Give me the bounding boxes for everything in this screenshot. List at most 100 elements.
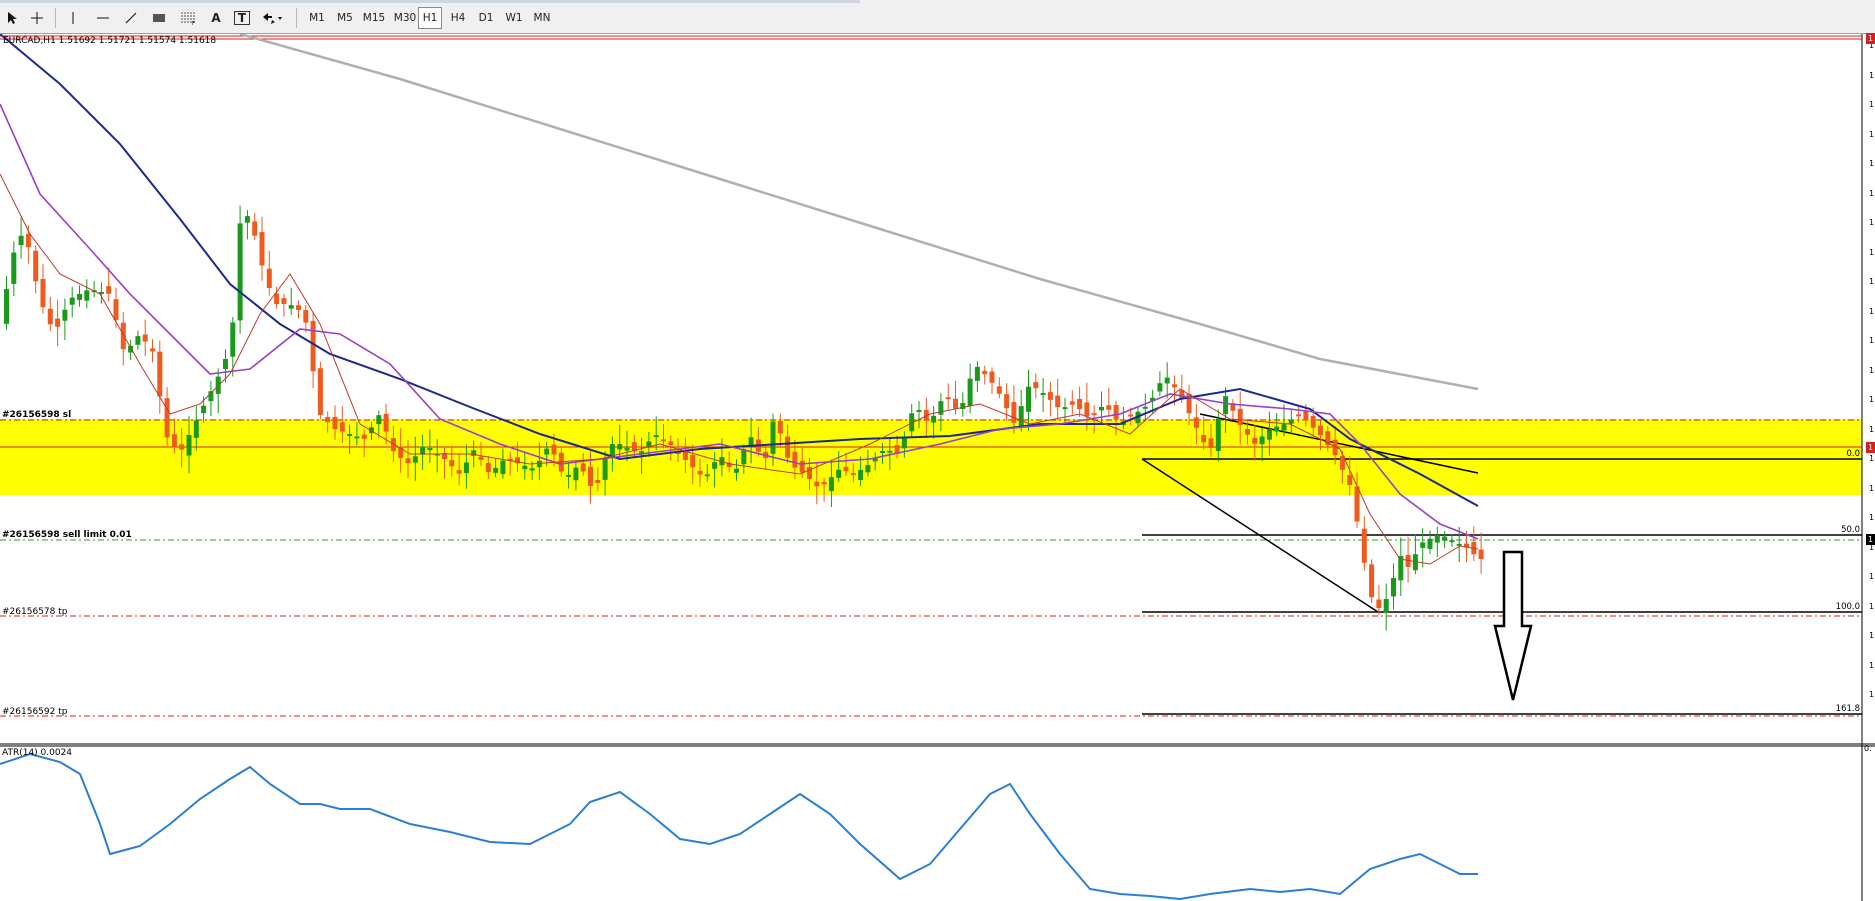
take-profit-label-2: #26156592 tp bbox=[2, 707, 68, 717]
moving-average-long[interactable] bbox=[239, 34, 1479, 391]
chart-toolbar: F A T M1 M5 M15 M30 H1 H4 D1 W1 MN bbox=[0, 0, 1875, 34]
text-icon[interactable]: A bbox=[208, 7, 224, 29]
candle-body bbox=[858, 469, 864, 480]
candle-body bbox=[1215, 418, 1221, 451]
timeframe-h1[interactable]: H1 bbox=[418, 7, 442, 29]
candle-body bbox=[1055, 395, 1061, 408]
candle-body bbox=[850, 473, 856, 476]
candle-body bbox=[77, 294, 82, 300]
timeframe-m1[interactable]: M1 bbox=[305, 7, 329, 29]
candle-body bbox=[1237, 408, 1243, 425]
price-axis-tick: 1 bbox=[1869, 70, 1875, 80]
candle-body bbox=[361, 434, 367, 439]
candle-body bbox=[485, 462, 491, 472]
candle-body bbox=[171, 434, 177, 448]
price-axis-tick: 1 bbox=[1869, 188, 1875, 198]
candle-body bbox=[25, 233, 31, 248]
candle-body bbox=[339, 422, 345, 432]
price-axis-tick: 1 bbox=[1869, 365, 1875, 375]
svg-text:F: F bbox=[192, 21, 195, 25]
candle-body bbox=[1201, 434, 1207, 443]
candle-body bbox=[712, 462, 718, 469]
candle-body bbox=[40, 278, 46, 308]
timeframe-w1[interactable]: W1 bbox=[502, 7, 526, 29]
arrows-menu-icon[interactable] bbox=[260, 7, 286, 29]
candle-body bbox=[1288, 419, 1294, 424]
candle-body bbox=[347, 434, 353, 437]
candle-body bbox=[1193, 417, 1199, 428]
candle-body bbox=[69, 297, 75, 305]
candle-body bbox=[1040, 393, 1046, 396]
candle-body bbox=[500, 460, 506, 475]
timeframe-mn[interactable]: MN bbox=[530, 7, 554, 29]
candle-body bbox=[120, 322, 126, 350]
rectangle-icon[interactable] bbox=[150, 7, 168, 29]
text-label-icon[interactable]: T bbox=[234, 11, 250, 25]
crosshair-icon[interactable] bbox=[27, 7, 47, 29]
timeframe-m30[interactable]: M30 bbox=[390, 7, 420, 29]
candle-body bbox=[624, 447, 630, 451]
chart-area[interactable]: EURCAD,H1 1.51692 1.51721 1.51574 1.5161… bbox=[0, 33, 1875, 901]
candle-body bbox=[588, 466, 593, 486]
price-axis-tick: 1 bbox=[1869, 129, 1875, 139]
candle-body bbox=[661, 439, 666, 442]
candle-body bbox=[47, 308, 53, 325]
timeframe-m15[interactable]: M15 bbox=[360, 7, 388, 29]
candle-body bbox=[150, 348, 155, 352]
fibonacci-icon[interactable]: F bbox=[178, 7, 198, 29]
trendline-icon[interactable] bbox=[122, 7, 140, 29]
horizontal-line-icon[interactable] bbox=[94, 7, 112, 29]
candle-body bbox=[785, 436, 791, 458]
fib-level-0-label: 0.0 bbox=[1846, 449, 1860, 459]
timeframe-h4[interactable]: H4 bbox=[446, 7, 470, 29]
stop-loss-label: #26156598 sl bbox=[2, 410, 72, 420]
price-axis-tick: 1 bbox=[1869, 572, 1875, 581]
vertical-line-icon[interactable] bbox=[65, 7, 81, 29]
candle-body bbox=[996, 386, 1002, 394]
timeframe-m5[interactable]: M5 bbox=[333, 7, 357, 29]
candle-body bbox=[449, 460, 455, 467]
candle-body bbox=[493, 467, 499, 473]
candle-body bbox=[266, 268, 272, 288]
candle-body bbox=[602, 458, 608, 480]
candle-body bbox=[536, 460, 542, 468]
candle-body bbox=[296, 305, 301, 310]
chart-canvas[interactable] bbox=[0, 34, 1875, 901]
candle-body bbox=[865, 465, 871, 473]
candle-body bbox=[1434, 535, 1440, 543]
candle-body bbox=[792, 451, 798, 468]
toolbar-separator bbox=[55, 8, 56, 28]
candle-body bbox=[821, 481, 827, 485]
moving-average-fast[interactable] bbox=[0, 173, 1479, 565]
timeframe-d1[interactable]: D1 bbox=[474, 7, 498, 29]
candle-body bbox=[967, 378, 973, 406]
candle-body bbox=[617, 444, 623, 450]
candle-body bbox=[1478, 549, 1484, 559]
candle-body bbox=[843, 466, 849, 472]
candle-body bbox=[836, 469, 842, 478]
price-axis-tick: 1 bbox=[1869, 424, 1875, 434]
candle-body bbox=[1106, 405, 1112, 410]
candle-body bbox=[1142, 406, 1148, 409]
candle-body bbox=[33, 250, 39, 282]
candle-body bbox=[135, 336, 141, 345]
candle-body bbox=[1172, 384, 1177, 388]
price-axis-tick: 1 bbox=[1869, 454, 1875, 463]
price-axis-tick: 1 bbox=[1869, 660, 1875, 670]
candle-body bbox=[332, 417, 338, 430]
price-axis-tick: 1 bbox=[1869, 336, 1875, 345]
cursor-icon[interactable] bbox=[2, 7, 22, 29]
candle-body bbox=[1266, 429, 1272, 440]
support-zone-rectangle[interactable] bbox=[0, 419, 1862, 495]
candle-body bbox=[317, 368, 323, 415]
candle-body bbox=[887, 450, 893, 453]
candle-body bbox=[770, 421, 776, 454]
candle-body bbox=[1376, 599, 1382, 609]
candle-body bbox=[734, 468, 739, 473]
candle-body bbox=[566, 474, 572, 477]
candle-body bbox=[186, 435, 192, 456]
down-arrow-annotation[interactable] bbox=[1493, 550, 1533, 701]
candle-body bbox=[945, 397, 951, 400]
candle-body bbox=[259, 232, 265, 266]
candle-body bbox=[1004, 394, 1010, 409]
